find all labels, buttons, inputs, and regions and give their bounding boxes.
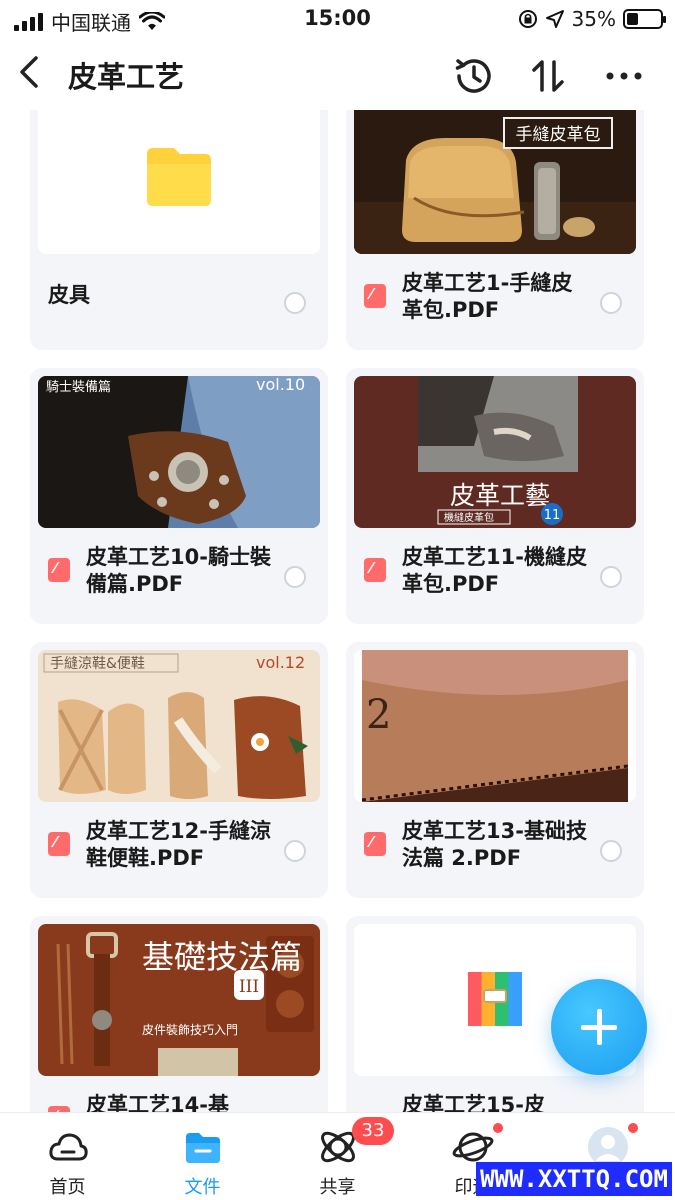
file-name: 皮革工艺13-基础技法篇 2.PDF xyxy=(402,819,587,870)
back-icon xyxy=(20,56,38,88)
file-name: 皮革工艺11-機縫皮革包.PDF xyxy=(402,545,587,596)
technique-cover-image: 2 xyxy=(354,650,636,802)
page-title: 皮革工艺 xyxy=(68,60,185,94)
file-card-folder[interactable]: 皮具 xyxy=(30,110,328,350)
status-right: 35% xyxy=(518,7,666,31)
thumb-subtitle: 機縫皮革包 xyxy=(444,511,494,524)
file-card-pdf[interactable]: 手縫皮革包 皮革工艺1-手縫皮革包.PDF xyxy=(346,110,644,350)
lock-rotation-icon xyxy=(518,10,537,28)
notification-dot xyxy=(626,1121,640,1135)
basics-cover-image: 基礎技法篇 III 皮件裝飾技巧入門 xyxy=(38,924,320,1076)
file-card-pdf[interactable]: 手縫涼鞋&便鞋 vol.12 皮革工艺12-手縫涼鞋便鞋.PDF xyxy=(30,642,328,898)
file-name: 皮革工艺14-基 xyxy=(86,1093,229,1112)
pdf-icon xyxy=(364,558,386,582)
history-button[interactable] xyxy=(450,52,498,100)
pdf-icon xyxy=(48,558,70,582)
watermark: WWW.XXTTQ.COM xyxy=(476,1162,672,1196)
sandal-cover-image: 手縫涼鞋&便鞋 vol.12 xyxy=(38,650,320,802)
select-checkbox[interactable] xyxy=(284,840,306,862)
thumb-title-text: 皮革工藝 xyxy=(450,481,550,510)
file-name: 皮革工艺15-皮 xyxy=(402,1093,545,1112)
folder-icon xyxy=(186,1133,220,1163)
file-name: 皮革工艺1-手縫皮革包.PDF xyxy=(402,271,573,322)
select-checkbox[interactable] xyxy=(284,566,306,588)
select-checkbox[interactable] xyxy=(284,292,306,314)
pdf-icon xyxy=(364,284,386,308)
tab-label: 共享 xyxy=(319,1177,356,1198)
file-card-pdf[interactable]: 皮革工藝 機縫皮革包 11 皮革工艺11-機縫皮革包.PDF xyxy=(346,368,644,624)
status-bar: 中国联通 15:00 35% xyxy=(0,0,675,38)
file-grid: 皮具 手縫皮革包 皮革工 xyxy=(0,110,675,1112)
select-checkbox[interactable] xyxy=(600,840,622,862)
file-card-pdf[interactable]: 基礎技法篇 III 皮件裝飾技巧入門 皮革工艺14-基 xyxy=(30,916,328,1112)
battery-fill xyxy=(627,13,639,25)
pdf-thumbnail: 基礎技法篇 III 皮件裝飾技巧入門 xyxy=(38,924,320,1076)
cloud-icon xyxy=(49,1133,88,1161)
file-browser-screen: 中国联通 15:00 35% 皮革工艺 皮具 手縫皮革包 ⁄ 皮革工艺1-手縫皮… xyxy=(0,0,675,1200)
pdf-thumbnail: 皮革工藝 機縫皮革包 11 xyxy=(354,376,636,528)
roman-numeral: III xyxy=(239,977,259,997)
thumb-title-text: 基礎技法篇 xyxy=(142,938,302,976)
pdf-thumbnail: 手縫涼鞋&便鞋 vol.12 xyxy=(38,650,320,802)
thumb-title-text: 騎士裝備篇 xyxy=(46,379,111,395)
history-icon xyxy=(455,59,491,93)
rider-cover-image: 騎士裝備篇 vol.10 xyxy=(38,376,320,528)
folder-icon xyxy=(147,148,211,206)
pdf-icon xyxy=(48,832,70,856)
header-bar: 皮革工艺 xyxy=(0,38,675,110)
back-button[interactable] xyxy=(12,50,52,94)
tab-files[interactable]: 文件 xyxy=(135,1113,270,1200)
file-card-pdf[interactable]: 騎士裝備篇 vol.10 皮革工艺10-騎士裝備篇.PDF xyxy=(30,368,328,624)
file-name: 皮革工艺10-騎士裝備篇.PDF xyxy=(86,545,271,596)
notification-badge: 33 xyxy=(352,1117,394,1145)
vol-label: vol.10 xyxy=(256,376,305,394)
file-name: 皮革工艺12-手縫涼鞋便鞋.PDF xyxy=(86,819,271,870)
thumb-subtitle: 皮件裝飾技巧入門 xyxy=(142,1023,238,1037)
file-name: 皮具 xyxy=(48,283,90,307)
thumb-title-text: 手縫涼鞋&便鞋 xyxy=(50,656,145,672)
pdf-icon xyxy=(364,832,386,856)
pdf-thumbnail: 手縫皮革包 xyxy=(354,110,636,254)
select-checkbox[interactable] xyxy=(600,292,622,314)
add-button[interactable] xyxy=(551,979,647,1075)
sort-button[interactable] xyxy=(524,52,572,100)
tab-share[interactable]: 33 共享 xyxy=(270,1113,405,1200)
vol-label: 11 xyxy=(544,508,561,523)
file-card-pdf[interactable]: 2 皮革工艺13-基础技法篇 2.PDF xyxy=(346,642,644,898)
tab-home[interactable]: 首页 xyxy=(0,1113,135,1200)
more-button[interactable] xyxy=(600,52,648,100)
select-checkbox[interactable] xyxy=(600,566,622,588)
pdf-thumbnail: 2 xyxy=(354,650,636,802)
notification-dot xyxy=(491,1121,505,1135)
more-icon xyxy=(606,72,642,80)
bag-cover-image: 手縫皮革包 xyxy=(354,110,636,254)
folder-thumbnail xyxy=(38,110,320,254)
location-icon xyxy=(545,10,564,28)
battery-percent: 35% xyxy=(571,7,616,31)
machine-cover-image: 皮革工藝 機縫皮革包 11 xyxy=(354,376,636,528)
tab-label: 首页 xyxy=(49,1177,86,1198)
thumb-title-text: 手縫皮革包 xyxy=(516,125,601,145)
vol-label: vol.12 xyxy=(256,653,305,672)
thumb-number: 2 xyxy=(366,692,391,738)
sort-icon xyxy=(532,60,564,92)
tab-label: 文件 xyxy=(184,1177,221,1198)
pdf-thumbnail: 騎士裝備篇 vol.10 xyxy=(38,376,320,528)
battery-icon xyxy=(623,9,666,29)
